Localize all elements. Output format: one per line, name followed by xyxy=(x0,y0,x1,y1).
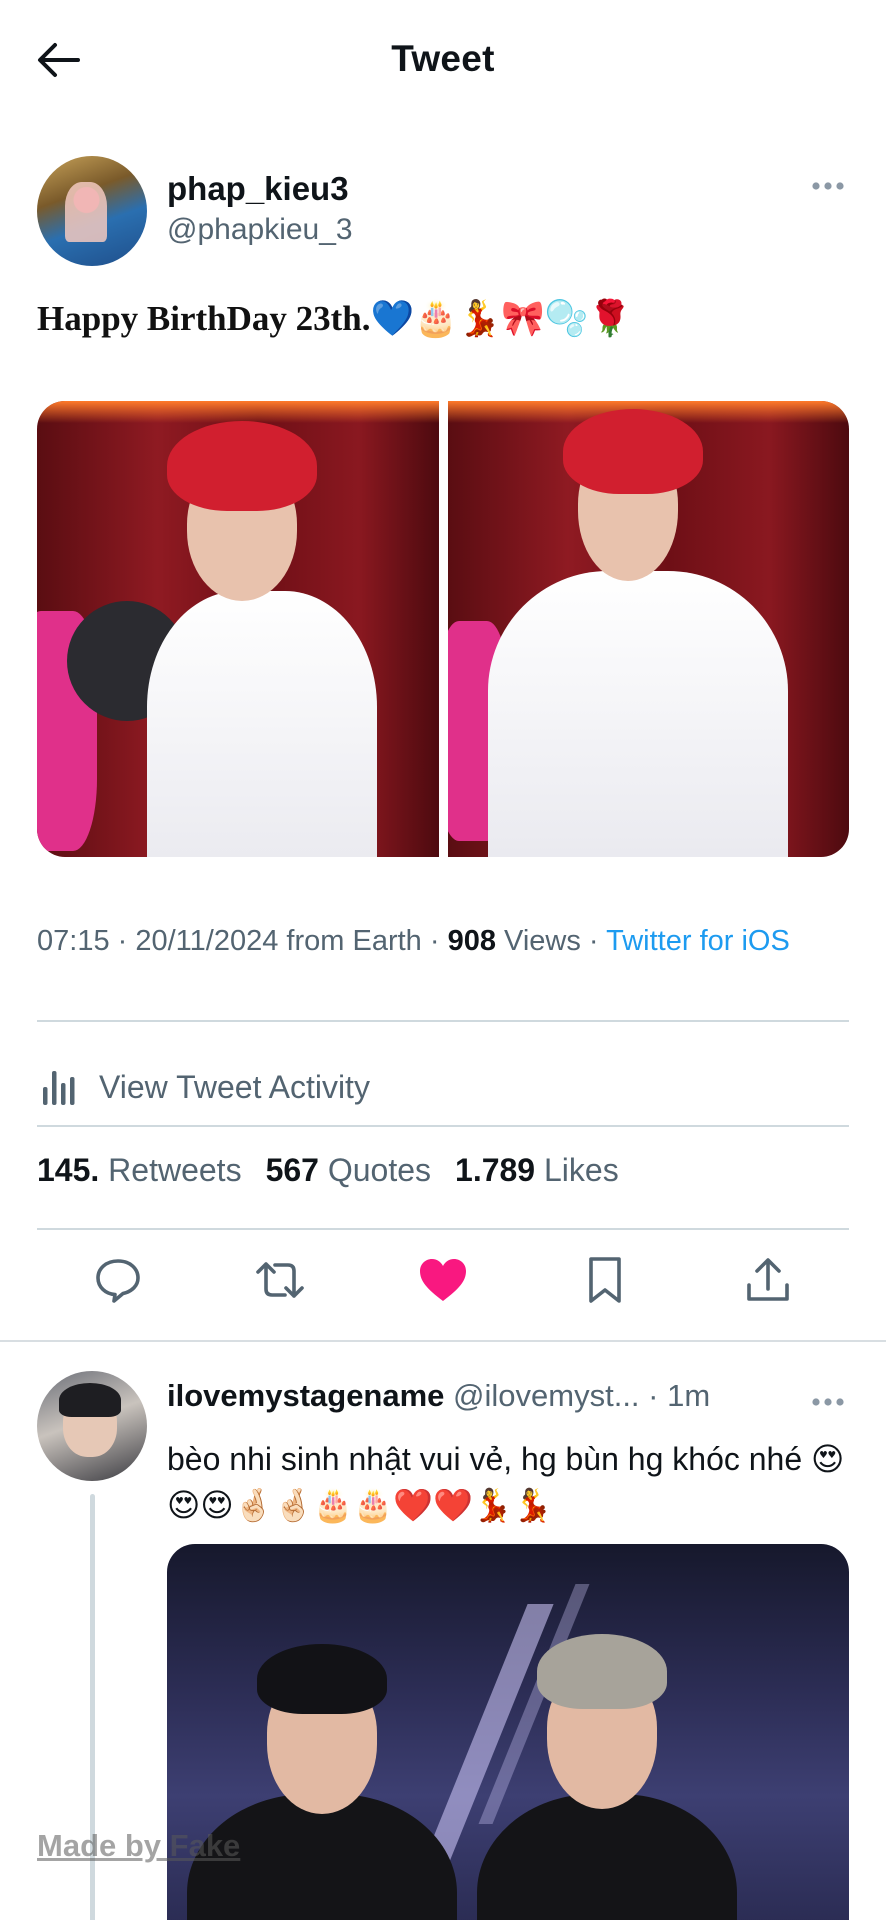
author-avatar[interactable] xyxy=(37,156,147,266)
share-button[interactable] xyxy=(738,1250,798,1310)
quotes-stat[interactable]: 567 Quotes xyxy=(266,1152,431,1188)
view-tweet-activity-label: View Tweet Activity xyxy=(99,1068,370,1105)
author-display-name[interactable]: phap_kieu3 xyxy=(167,170,349,208)
reply-timestamp: 1m xyxy=(667,1378,711,1413)
tweet-photo-1[interactable] xyxy=(37,401,439,857)
like-button[interactable] xyxy=(413,1250,473,1310)
reply-display-name[interactable]: ilovemystagename xyxy=(167,1378,444,1413)
tweet-meta: 07:15 · 20/11/2024 from Earth · 908 View… xyxy=(37,925,790,957)
author-handle[interactable]: @phapkieu_3 xyxy=(167,213,353,247)
tweet-action-bar xyxy=(0,1250,886,1320)
divider xyxy=(37,1125,849,1127)
views-label: Views xyxy=(504,925,581,957)
views-count: 908 xyxy=(447,925,496,957)
tweet-location: from Earth xyxy=(286,925,422,957)
share-upload-icon xyxy=(747,1258,789,1301)
top-bar: Tweet xyxy=(0,0,886,120)
heart-filled-icon xyxy=(420,1259,466,1301)
client-link[interactable]: Twitter for iOS xyxy=(606,925,790,957)
speech-bubble-icon xyxy=(96,1259,140,1303)
divider xyxy=(37,1020,849,1022)
watermark: Made by Fake xyxy=(37,1828,241,1863)
reply-more-options-icon[interactable] xyxy=(808,1392,848,1412)
retweet-button[interactable] xyxy=(250,1250,310,1310)
retweet-icon xyxy=(256,1262,304,1298)
view-tweet-activity-button[interactable]: View Tweet Activity xyxy=(37,1048,849,1126)
tweet-stats: 145. Retweets 567 Quotes 1.789 Likes xyxy=(37,1152,619,1189)
divider xyxy=(37,1228,849,1230)
tweet-media-grid xyxy=(37,401,849,857)
bookmark-icon xyxy=(589,1257,621,1303)
reply-text: bèo nhi sinh nhật vui vẻ, hg bùn hg khóc… xyxy=(167,1441,845,1523)
reply-photo[interactable] xyxy=(167,1544,849,1920)
tweet-date: 20/11/2024 xyxy=(135,925,279,957)
tweet-text: Happy BirthDay 23th.💙🎂💃🎀🫧🌹 xyxy=(37,299,632,338)
page-title: Tweet xyxy=(391,38,495,79)
tweet-photo-2[interactable] xyxy=(447,401,849,857)
reply-header: ilovemystagename @ilovemyst... · 1m xyxy=(167,1378,711,1413)
reply-button[interactable] xyxy=(88,1250,148,1310)
tweet-time: 07:15 xyxy=(37,925,110,957)
reply-author-avatar[interactable] xyxy=(37,1371,147,1481)
more-options-icon[interactable] xyxy=(808,176,848,196)
retweets-stat[interactable]: 145. Retweets xyxy=(37,1152,242,1188)
reply-handle[interactable]: @ilovemyst... xyxy=(453,1378,640,1413)
bar-chart-icon xyxy=(43,1071,75,1105)
likes-stat[interactable]: 1.789 Likes xyxy=(455,1152,619,1188)
bookmark-button[interactable] xyxy=(575,1250,635,1310)
